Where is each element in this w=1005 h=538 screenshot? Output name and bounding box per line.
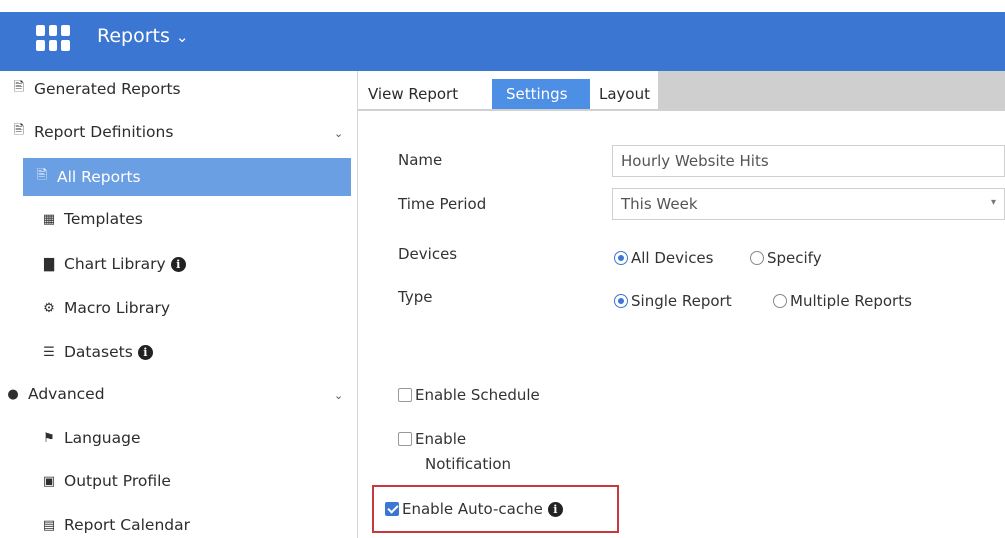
flag-icon: ⚑: [43, 430, 55, 446]
radio-selected-icon: [614, 294, 628, 308]
radio-selected-icon: [614, 251, 628, 265]
radio-icon: [750, 251, 764, 265]
devices-all-radio[interactable]: All Devices: [614, 249, 713, 267]
tab-bar-fill: [658, 71, 1005, 111]
checkbox-icon: [398, 388, 412, 402]
sidebar-item-macro-library[interactable]: ⚙ Macro Library: [40, 299, 170, 317]
report-icon: 🖹: [36, 168, 48, 183]
output-icon: ▣: [42, 473, 56, 489]
type-single-radio[interactable]: Single Report: [614, 292, 732, 310]
enable-autocache-checkbox[interactable]: Enable Auto-cache i: [385, 500, 563, 518]
tab-settings[interactable]: Settings: [492, 79, 590, 109]
type-label: Type: [398, 288, 433, 306]
report-icon: 🖹: [13, 80, 25, 95]
info-icon[interactable]: i: [547, 501, 563, 517]
sidebar-item-report-definitions[interactable]: 🖹 Report Definitions: [10, 123, 174, 141]
time-period-select[interactable]: This Week ▾: [612, 188, 1005, 220]
sidebar-item-language[interactable]: ⚑ Language: [40, 429, 140, 447]
app-grid-icon[interactable]: [36, 25, 70, 51]
chevron-down-icon[interactable]: ⌄: [334, 127, 343, 140]
name-label: Name: [398, 151, 443, 169]
tab-layout[interactable]: Layout: [599, 79, 650, 109]
sidebar-item-output-profile[interactable]: ▣ Output Profile: [40, 472, 171, 490]
sidebar-item-generated-reports[interactable]: 🖹 Generated Reports: [10, 80, 181, 98]
enable-notification-label-line2: Notification: [425, 455, 512, 473]
time-period-value: This Week: [621, 195, 698, 213]
sidebar-item-templates[interactable]: ▦ Templates: [40, 210, 143, 228]
checkbox-checked-icon: [385, 502, 399, 516]
chart-icon: ▇: [44, 256, 54, 272]
devices-label: Devices: [398, 245, 458, 263]
advanced-icon: ●: [7, 386, 19, 402]
type-multiple-radio[interactable]: Multiple Reports: [773, 292, 912, 310]
tab-divider: [358, 109, 1005, 111]
tab-view-report[interactable]: View Report: [368, 79, 458, 109]
sidebar-item-report-calendar[interactable]: ▤ Report Calendar: [40, 516, 190, 534]
sidebar-item-advanced[interactable]: ● Advanced: [4, 385, 104, 403]
top-bar: Reports ⌄: [0, 0, 1005, 77]
sidebar-item-chart-library[interactable]: ▇ Chart Library i: [40, 255, 186, 273]
chevron-down-icon[interactable]: ⌄: [334, 389, 343, 402]
time-period-label: Time Period: [398, 195, 487, 213]
sidebar-item-datasets[interactable]: ☰ Datasets i: [40, 343, 153, 361]
checkbox-icon: [398, 432, 412, 446]
enable-notification-checkbox[interactable]: Enable: [398, 430, 466, 448]
reports-menu-button[interactable]: Reports ⌄: [97, 25, 188, 47]
chevron-down-icon: ▾: [990, 197, 996, 208]
info-icon[interactable]: i: [170, 256, 186, 272]
report-icon: 🖹: [13, 123, 25, 138]
enable-schedule-checkbox[interactable]: Enable Schedule: [398, 386, 540, 404]
template-icon: ▦: [42, 211, 56, 227]
sidebar: 🖹 Generated Reports 🖹 Report Definitions…: [0, 71, 358, 538]
calendar-icon: ▤: [42, 517, 56, 533]
info-icon[interactable]: i: [137, 344, 153, 360]
sidebar-item-all-reports[interactable]: 🖹 All Reports: [23, 158, 351, 196]
devices-specify-radio[interactable]: Specify: [750, 249, 822, 267]
tab-bar: View Report Settings Layout: [358, 71, 1005, 111]
radio-icon: [773, 294, 787, 308]
name-value: Hourly Website Hits: [621, 152, 769, 170]
app-title: Reports: [97, 25, 170, 47]
chevron-down-icon: ⌄: [175, 28, 189, 46]
dataset-icon: ☰: [43, 344, 55, 360]
macro-icon: ⚙: [43, 300, 55, 316]
name-input[interactable]: Hourly Website Hits: [612, 145, 1005, 177]
